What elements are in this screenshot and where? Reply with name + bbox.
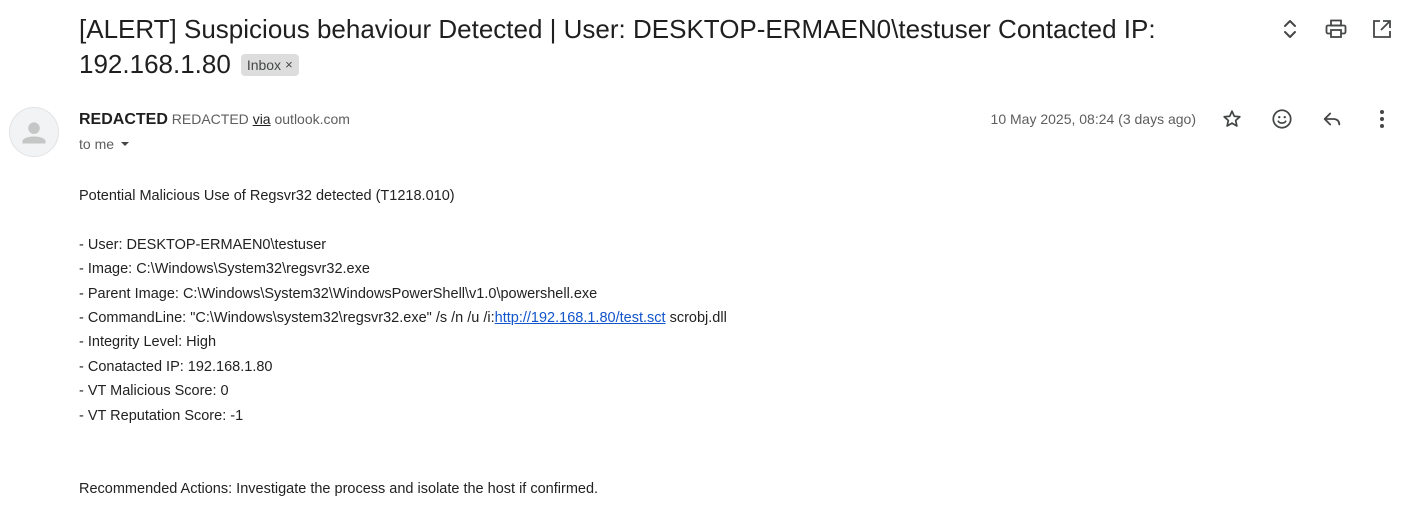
open-new-window-icon[interactable] xyxy=(1369,16,1395,42)
email-subject: [ALERT] Suspicious behaviour Detected | … xyxy=(79,12,1259,82)
message-actions xyxy=(1219,106,1395,132)
commandline-suffix: scrobj.dll xyxy=(665,310,727,327)
detail-integrity-level: - Integrity Level: High xyxy=(79,334,217,351)
inbox-label-chip[interactable]: Inbox × xyxy=(240,54,299,76)
commandline-prefix: - CommandLine: "C:\Windows\system32\regs… xyxy=(79,310,495,327)
default-avatar-icon xyxy=(22,122,46,144)
remove-label-icon[interactable]: × xyxy=(285,55,293,75)
message-date: 10 May 2025, 08:24 (3 days ago) xyxy=(990,111,1196,127)
subject-toolbar xyxy=(1277,16,1395,42)
alert-heading: Potential Malicious Use of Regsvr32 dete… xyxy=(79,188,455,204)
sender-name[interactable]: REDACTED xyxy=(79,111,168,128)
message-body: Potential Malicious Use of Regsvr32 dete… xyxy=(79,184,1079,501)
detail-commandline: - CommandLine: "C:\Windows\system32\regs… xyxy=(79,306,1079,330)
detail-vt-reputation-score: - VT Reputation Score: -1 xyxy=(79,407,244,424)
chevron-down-icon xyxy=(121,142,130,146)
recipient-toggle[interactable]: to me xyxy=(79,135,132,153)
recommended-actions: Recommended Actions: Investigate the pro… xyxy=(79,481,599,498)
email-view: [ALERT] Suspicious behaviour Detected | … xyxy=(0,0,1405,516)
reply-icon[interactable] xyxy=(1319,106,1345,132)
inbox-label-text: Inbox xyxy=(246,57,282,73)
detail-user: - User: DESKTOP-ERMAEN0\testuser xyxy=(79,236,327,253)
detail-vt-malicious-score: - VT Malicious Score: 0 xyxy=(79,383,229,400)
sender-detail: REDACTED xyxy=(171,111,249,127)
star-icon[interactable] xyxy=(1219,106,1245,132)
detail-contacted-ip: - Conatacted IP: 192.168.1.80 xyxy=(79,358,273,375)
sender-avatar[interactable] xyxy=(9,107,59,157)
payload-url-link[interactable]: http://192.168.1.80/test.sct xyxy=(495,310,666,326)
print-icon[interactable] xyxy=(1323,16,1349,42)
detail-parent-image: - Parent Image: C:\Windows\System32\Wind… xyxy=(79,285,598,302)
expand-collapse-icon[interactable] xyxy=(1277,16,1303,42)
more-options-icon[interactable] xyxy=(1369,106,1395,132)
emoji-icon[interactable] xyxy=(1269,106,1295,132)
sender-line: REDACTED REDACTED via outlook.com xyxy=(79,109,350,130)
sender-domain: outlook.com xyxy=(274,111,350,127)
detail-image: - Image: C:\Windows\System32\regsvr32.ex… xyxy=(79,261,370,278)
via-link[interactable]: via xyxy=(253,111,271,127)
recipient-label: to me xyxy=(79,136,115,152)
